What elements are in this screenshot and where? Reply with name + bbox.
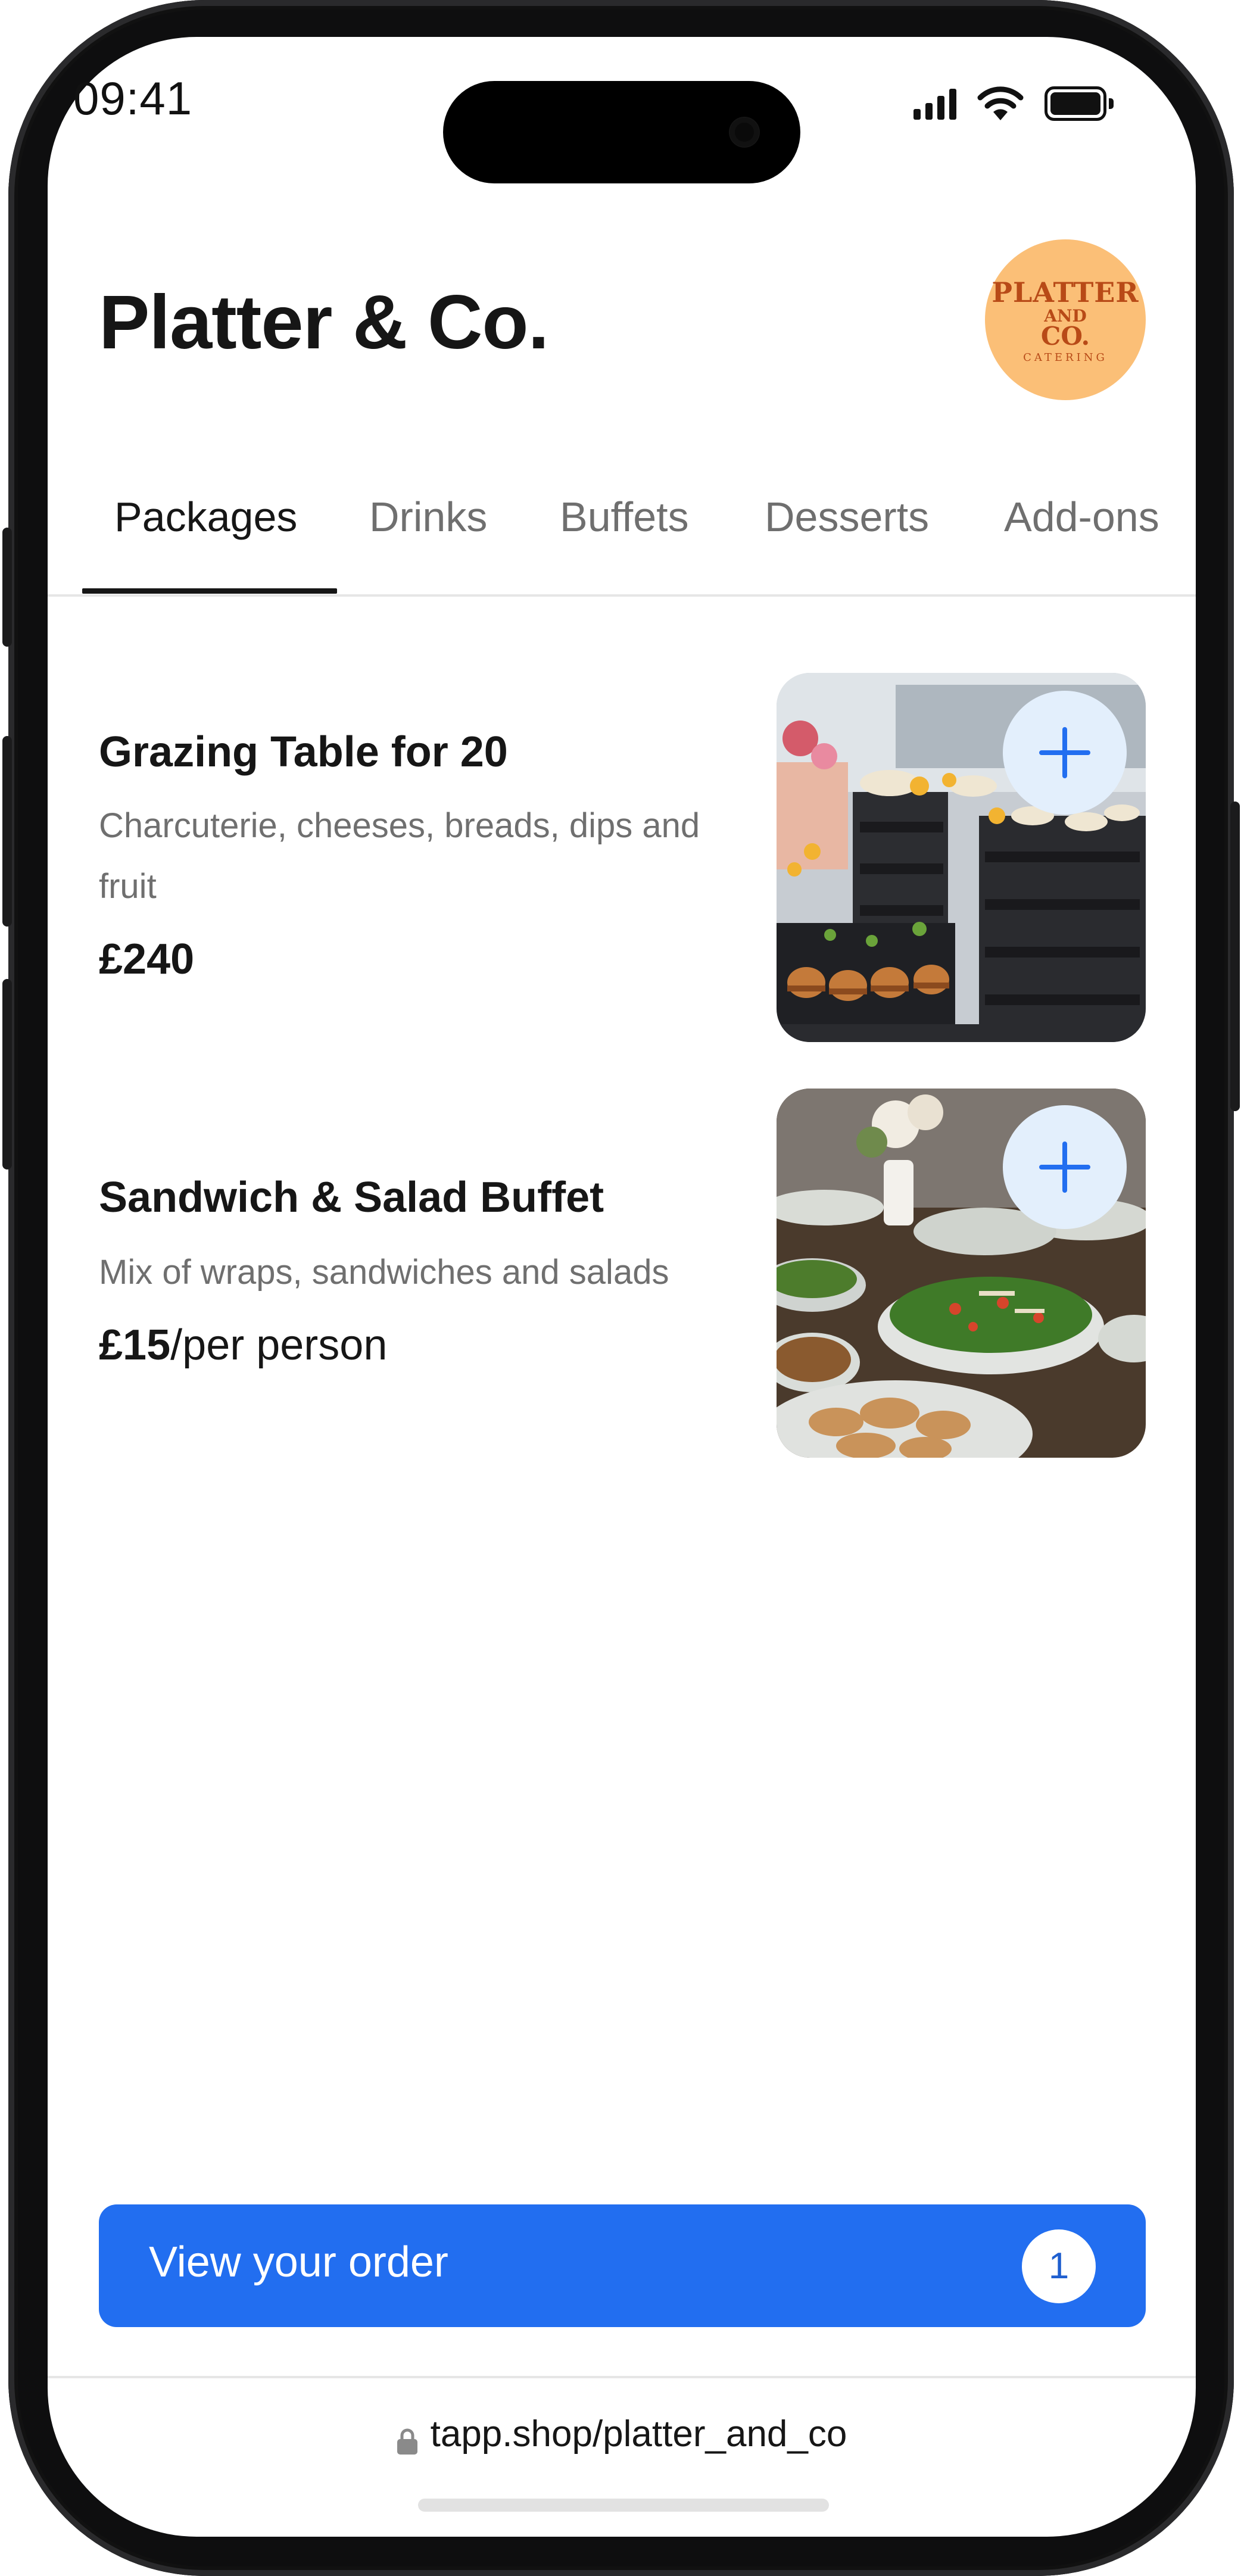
product-title[interactable]: Sandwich & Salad Buffet <box>99 1173 604 1222</box>
view-order-button[interactable]: View your order 1 <box>99 2204 1146 2327</box>
logo-text-1: PLATTER <box>992 276 1139 308</box>
tab-drinks[interactable]: Drinks <box>369 493 487 541</box>
cellular-signal-icon <box>913 88 956 120</box>
tab-buffets[interactable]: Buffets <box>560 493 689 541</box>
volume-up-button <box>2 736 12 927</box>
add-to-order-button[interactable] <box>1003 1105 1127 1229</box>
price-amount: £15 <box>99 1321 171 1369</box>
divider <box>48 2376 1196 2378</box>
product-price: £240 <box>99 935 194 984</box>
product-title[interactable]: Grazing Table for 20 <box>99 728 508 776</box>
product-description: Mix of wraps, sandwiches and salads <box>99 1253 669 1292</box>
price-suffix: /per person <box>170 1321 388 1369</box>
logo-text-4: CATERING <box>1023 351 1108 364</box>
url-text: tapp.shop/platter_and_co <box>430 2413 847 2455</box>
plus-icon <box>1039 727 1090 778</box>
logo-text-3: CO. <box>1040 322 1090 351</box>
address-bar[interactable]: tapp.shop/platter_and_co <box>0 2413 1244 2455</box>
product-price: £15/per person <box>99 1321 387 1370</box>
category-tabs: Packages Drinks Buffets Desserts Add-ons <box>48 464 1196 597</box>
power-button <box>1230 802 1240 1111</box>
page-title: Platter & Co. <box>99 280 549 365</box>
price-amount: £240 <box>99 935 195 983</box>
status-time: 09:41 <box>73 72 193 124</box>
lock-icon <box>397 2421 417 2455</box>
wifi-icon <box>977 86 1024 120</box>
action-button <box>2 528 12 647</box>
tab-add-ons[interactable]: Add-ons <box>1004 493 1159 541</box>
view-order-label: View your order <box>149 2238 448 2286</box>
product-description: Charcuterie, cheeses, breads, dips and f… <box>99 806 700 906</box>
battery-icon <box>1045 86 1114 121</box>
camera-icon <box>730 118 759 146</box>
add-to-order-button[interactable] <box>1003 691 1127 815</box>
status-icons <box>913 86 1114 121</box>
active-tab-indicator <box>82 588 337 594</box>
plus-icon <box>1039 1142 1090 1193</box>
home-indicator[interactable] <box>418 2499 829 2512</box>
dynamic-island <box>443 81 800 183</box>
tab-desserts[interactable]: Desserts <box>765 493 929 541</box>
order-count-badge: 1 <box>1022 2229 1096 2303</box>
brand-logo: PLATTER AND CO. CATERING <box>985 239 1146 400</box>
volume-down-button <box>2 979 12 1170</box>
tab-packages[interactable]: Packages <box>114 493 297 541</box>
